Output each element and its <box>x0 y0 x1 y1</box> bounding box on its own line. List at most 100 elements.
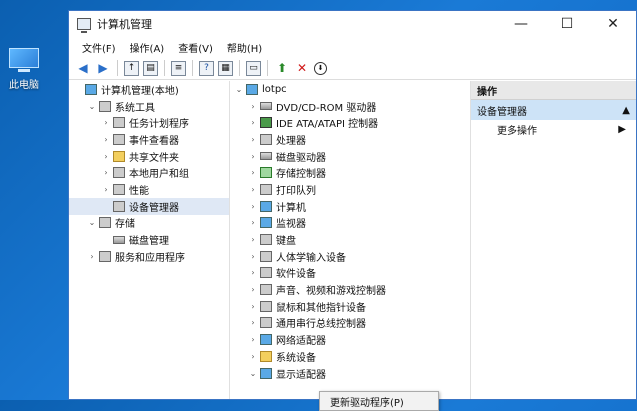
device-tree-item[interactable]: › 软件设备 <box>230 265 470 282</box>
expand-caret-icon[interactable]: › <box>101 152 111 161</box>
device-tree-item[interactable]: › 计算机 <box>230 198 470 215</box>
device-tree-item[interactable]: › 通用串行总线控制器 <box>230 315 470 332</box>
device-tree-item[interactable]: › IDE ATA/ATAPI 控制器 <box>230 114 470 131</box>
console-tree-item[interactable]: ⌄ 系统工具 <box>69 98 229 115</box>
console-tree-item[interactable]: 计算机管理(本地) <box>69 81 229 98</box>
console-tree-item[interactable]: 磁盘管理 <box>69 231 229 248</box>
console-tree-label: 磁盘管理 <box>129 236 169 248</box>
device-tree-label: lotpc <box>262 83 287 95</box>
chip-icon <box>260 117 272 129</box>
gray-icon <box>260 234 272 246</box>
device-tree-item[interactable]: › 人体学输入设备 <box>230 248 470 265</box>
collapse-up-icon[interactable]: ▲ <box>622 105 630 116</box>
console-tree-label: 设备管理器 <box>129 202 179 214</box>
device-tree-label: 通用串行总线控制器 <box>276 319 366 331</box>
uninstall-icon[interactable]: ✕ <box>294 60 310 76</box>
device-tree-item[interactable]: › 鼠标和其他指针设备 <box>230 298 470 315</box>
up-folder-icon[interactable]: ↑ <box>124 60 139 76</box>
gray-icon <box>99 217 111 229</box>
expand-caret-icon[interactable]: › <box>248 118 258 127</box>
show-tree-icon[interactable]: ▤ <box>143 60 158 76</box>
properties-icon[interactable]: ≡ <box>171 60 186 76</box>
menu-action[interactable]: 操作(A) <box>123 40 172 55</box>
device-tree-item[interactable]: › 监视器 <box>230 215 470 232</box>
gray-icon <box>99 250 111 262</box>
device-tree-label: 打印队列 <box>276 185 316 197</box>
expand-caret-icon[interactable]: › <box>248 268 258 277</box>
gray-icon <box>113 133 125 145</box>
expand-caret-icon[interactable]: › <box>248 185 258 194</box>
title-bar[interactable]: 计算机管理 — ☐ ✕ <box>69 11 636 37</box>
maximize-button[interactable]: ☐ <box>544 16 590 32</box>
disable-device-icon[interactable]: ⬇ <box>314 61 327 75</box>
expand-caret-icon[interactable]: › <box>248 352 258 361</box>
console-tree-item[interactable]: › 性能 <box>69 181 229 198</box>
actions-pane: 操作 设备管理器 ▲ 更多操作 ▶ <box>471 81 636 399</box>
menu-help[interactable]: 帮助(H) <box>220 40 269 55</box>
expand-caret-icon[interactable]: › <box>101 118 111 127</box>
expand-caret-icon[interactable]: ⌄ <box>87 102 97 111</box>
console-tree-item[interactable]: 设备管理器 <box>69 197 229 215</box>
console-tree-label: 计算机管理(本地) <box>101 85 179 97</box>
expand-caret-icon[interactable]: › <box>248 202 258 211</box>
gray-icon <box>260 317 272 329</box>
device-tree-item[interactable]: › 网络适配器 <box>230 331 470 348</box>
desktop-this-pc-icon[interactable]: 此电脑 <box>0 48 48 91</box>
device-tree-item[interactable]: › DVD/CD-ROM 驱动器 <box>230 98 470 115</box>
actions-device-manager[interactable]: 设备管理器 ▲ <box>471 100 636 120</box>
expand-caret-icon[interactable]: › <box>248 135 258 144</box>
gray-icon <box>260 300 272 312</box>
device-tree-item[interactable]: › 键盘 <box>230 231 470 248</box>
scan-hardware-icon[interactable]: ▭ <box>246 60 261 76</box>
device-tree-item[interactable]: › 存储控制器 <box>230 164 470 181</box>
expand-caret-icon[interactable]: › <box>248 318 258 327</box>
console-tree-item[interactable]: ⌄ 存储 <box>69 215 229 232</box>
context-menu-update-driver[interactable]: 更新驱动程序(P) <box>330 394 404 409</box>
expand-caret-icon[interactable]: › <box>248 102 258 111</box>
device-tree-item[interactable]: › 磁盘驱动器 <box>230 148 470 165</box>
expand-caret-icon[interactable]: › <box>101 168 111 177</box>
expand-caret-icon[interactable]: ⌄ <box>87 218 97 227</box>
expand-caret-icon[interactable]: › <box>248 335 258 344</box>
expand-caret-icon[interactable]: › <box>248 168 258 177</box>
device-tree-item[interactable]: ⌄ 显示适配器 <box>230 365 470 382</box>
update-driver-icon[interactable]: ⬆ <box>274 60 290 76</box>
expand-caret-icon[interactable]: › <box>248 285 258 294</box>
expand-caret-icon[interactable]: › <box>248 252 258 261</box>
expand-caret-icon[interactable]: › <box>248 218 258 227</box>
expand-caret-icon[interactable]: ⌄ <box>234 85 244 94</box>
expand-caret-icon[interactable]: › <box>87 252 97 261</box>
device-tree-item[interactable]: › 打印队列 <box>230 181 470 198</box>
context-menu: 更新驱动程序(P) <box>319 391 439 411</box>
device-tree: ⌄ lotpc › DVD/CD-ROM 驱动器 › IDE ATA/ATAPI 控制器 ›… <box>230 81 471 399</box>
help-icon[interactable]: ? <box>199 60 214 76</box>
view-icon[interactable]: ▦ <box>218 60 233 76</box>
expand-caret-icon[interactable]: › <box>248 152 258 161</box>
device-tree-item[interactable]: › 系统设备 <box>230 348 470 365</box>
console-tree-item[interactable]: › 服务和应用程序 <box>69 248 229 265</box>
expand-caret-icon[interactable]: › <box>248 235 258 244</box>
device-tree-label: 网络适配器 <box>276 336 326 348</box>
actions-header: 操作 <box>471 81 636 100</box>
device-tree-item[interactable]: › 声音、视频和游戏控制器 <box>230 281 470 298</box>
forward-arrow-icon[interactable]: ▶ <box>95 60 111 76</box>
console-tree-item[interactable]: › 任务计划程序 <box>69 114 229 131</box>
console-tree-item[interactable]: › 事件查看器 <box>69 131 229 148</box>
more-actions[interactable]: 更多操作 ▶ <box>471 120 636 138</box>
console-tree-item[interactable]: › 共享文件夹 <box>69 148 229 165</box>
folder-icon <box>260 350 272 362</box>
close-button[interactable]: ✕ <box>590 16 636 32</box>
back-arrow-icon[interactable]: ◀ <box>75 60 91 76</box>
menu-view[interactable]: 查看(V) <box>171 40 220 55</box>
device-tree-item[interactable]: ⌄ lotpc <box>230 81 470 98</box>
menu-file[interactable]: 文件(F) <box>75 40 123 55</box>
expand-caret-icon[interactable]: › <box>101 185 111 194</box>
menu-bar: 文件(F) 操作(A) 查看(V) 帮助(H) <box>69 37 636 57</box>
expand-caret-icon[interactable]: › <box>248 302 258 311</box>
console-tree-item[interactable]: › 本地用户和组 <box>69 164 229 181</box>
expand-caret-icon[interactable]: ⌄ <box>248 369 258 378</box>
monitor-icon <box>246 83 258 95</box>
expand-caret-icon[interactable]: › <box>101 135 111 144</box>
device-tree-item[interactable]: › 处理器 <box>230 131 470 148</box>
minimize-button[interactable]: — <box>498 16 544 32</box>
